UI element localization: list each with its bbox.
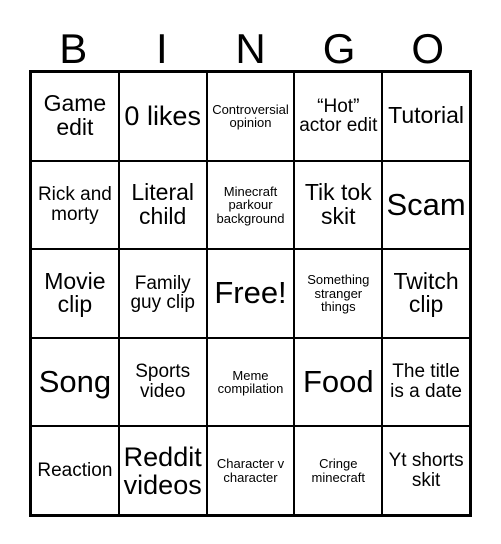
bingo-cell[interactable]: Scam xyxy=(383,162,469,249)
bingo-cell-label: “Hot” actor edit xyxy=(299,95,378,137)
bingo-cell[interactable]: The title is a date xyxy=(383,339,469,426)
bingo-cell-label: Song xyxy=(38,363,112,399)
bingo-header-letter-g: G xyxy=(295,18,384,70)
bingo-cell-label: Meme compilation xyxy=(217,367,284,397)
bingo-cell[interactable]: Meme compilation xyxy=(208,338,296,426)
bingo-cell-label: Something stranger things xyxy=(307,272,370,315)
bingo-row: Rick and morty Literal child Minecraft p… xyxy=(32,161,469,251)
bingo-cell[interactable]: Something stranger things xyxy=(295,250,384,337)
bingo-cell-label: Family guy clip xyxy=(130,272,195,314)
bingo-cell-label: Minecraft parkour background xyxy=(216,183,285,226)
bingo-cell-label: Tik tok skit xyxy=(304,178,372,229)
bingo-cell-label: Free! xyxy=(214,275,287,311)
bingo-card: B I N G O Game edit 0 likes Controversia… xyxy=(0,0,501,544)
bingo-cell[interactable]: Song xyxy=(32,338,120,426)
bingo-cell[interactable]: Minecraft parkour background xyxy=(208,161,296,249)
bingo-cell-label: Character v character xyxy=(216,456,285,485)
header-letter-text: O xyxy=(411,25,444,72)
bingo-cell-label: Cringe minecraft xyxy=(311,456,366,485)
bingo-cell[interactable]: “Hot” actor edit xyxy=(295,73,384,160)
bingo-cell[interactable]: Yt shorts skit xyxy=(383,427,469,514)
bingo-grid: Game edit 0 likes Controversial opinion … xyxy=(29,70,472,517)
bingo-cell[interactable]: Family guy clip xyxy=(120,250,208,337)
bingo-header-letter-o: O xyxy=(383,18,472,70)
bingo-cell[interactable]: Tutorial xyxy=(383,73,469,160)
bingo-row: Song Sports video Meme compilation Food … xyxy=(32,338,469,428)
bingo-cell-label: Reaction xyxy=(37,459,113,481)
bingo-cell[interactable]: Cringe minecraft xyxy=(295,427,384,514)
bingo-header-letter-n: N xyxy=(206,18,295,70)
bingo-cell-label: 0 likes xyxy=(124,101,201,132)
bingo-cell[interactable]: Sports video xyxy=(120,338,208,426)
bingo-header-letter-i: I xyxy=(118,18,207,70)
bingo-cell-free-space[interactable]: Free! xyxy=(208,250,296,337)
bingo-cell-label: Reddit videos xyxy=(123,441,202,500)
bingo-header: B I N G O xyxy=(29,18,472,70)
bingo-cell-label: Tutorial xyxy=(388,102,464,129)
bingo-cell[interactable]: Character v character xyxy=(208,427,296,514)
bingo-cell-label: Food xyxy=(302,363,374,399)
bingo-cell-label: Literal child xyxy=(131,178,195,229)
bingo-cell-label: The title is a date xyxy=(390,361,462,403)
bingo-cell-label: Yt shorts skit xyxy=(388,449,464,491)
bingo-cell[interactable]: Game edit xyxy=(32,73,120,160)
bingo-row: Reaction Reddit videos Character v chara… xyxy=(32,427,469,514)
header-letter-text: N xyxy=(235,25,266,72)
bingo-cell-label: Sports video xyxy=(135,361,191,403)
bingo-cell[interactable]: Controversial opinion xyxy=(208,73,296,160)
bingo-cell[interactable]: Literal child xyxy=(120,161,208,249)
bingo-cell-label: Twitch clip xyxy=(393,267,459,318)
bingo-cell-label: Controversial opinion xyxy=(212,101,289,131)
bingo-cell[interactable]: Reddit videos xyxy=(120,427,208,514)
header-letter-text: B xyxy=(59,25,88,72)
bingo-cell-label: Game edit xyxy=(43,90,107,141)
bingo-cell[interactable]: 0 likes xyxy=(120,73,208,160)
bingo-row: Movie clip Family guy clip Free! Somethi… xyxy=(32,250,469,339)
bingo-cell[interactable]: Twitch clip xyxy=(383,250,469,337)
bingo-cell[interactable]: Reaction xyxy=(32,427,120,514)
bingo-cell[interactable]: Food xyxy=(295,338,384,426)
bingo-header-letter-b: B xyxy=(29,18,118,70)
bingo-cell-label: Scam xyxy=(386,186,466,222)
header-letter-text: I xyxy=(156,25,168,72)
bingo-row: Game edit 0 likes Controversial opinion … xyxy=(32,73,469,162)
header-letter-text: G xyxy=(322,25,356,72)
bingo-cell-label: Movie clip xyxy=(44,267,106,318)
bingo-cell-label: Rick and morty xyxy=(37,184,112,225)
bingo-cell[interactable]: Tik tok skit xyxy=(295,161,384,249)
bingo-cell[interactable]: Movie clip xyxy=(32,250,120,337)
bingo-cell[interactable]: Rick and morty xyxy=(32,161,120,249)
